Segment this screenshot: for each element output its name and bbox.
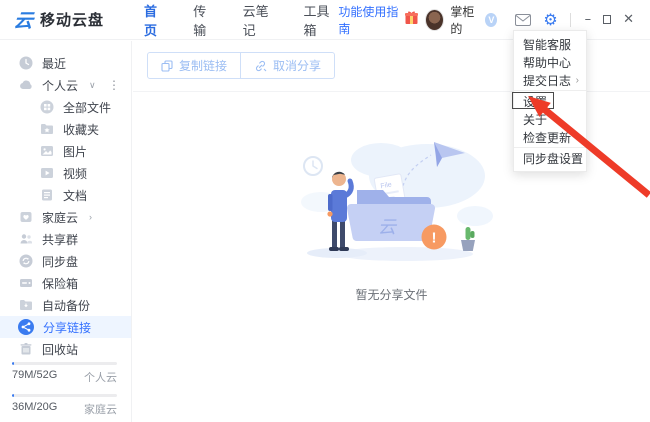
header-right: 功能使用指南 掌柜的 V ⚙ – ✕ — [338, 3, 650, 37]
storage-bar — [12, 394, 117, 397]
empty-illustration: File 云 ! — [285, 124, 499, 276]
svg-text:云: 云 — [378, 217, 398, 237]
empty-state-message: 暂无分享文件 — [355, 286, 427, 303]
window-controls-separator — [570, 13, 571, 27]
menu-item-sync-disk-settings[interactable]: 同步盘设置 — [514, 149, 586, 167]
storage-bar — [12, 362, 117, 365]
settings-dropdown-menu: 智能客服 帮助中心 提交日志 › 设置 关于 检查更新 同步盘设置 — [513, 30, 587, 172]
copy-link-label: 复制链接 — [179, 57, 227, 74]
chevron-down-icon[interactable]: ∨ — [89, 80, 96, 91]
sidebar-item-pictures[interactable]: 图片 — [0, 140, 131, 162]
video-icon — [40, 166, 54, 180]
nav-tab-notes[interactable]: 云笔记 — [243, 1, 278, 39]
sidebar-item-sync-disk[interactable]: 同步盘 — [0, 250, 131, 272]
menu-item-settings[interactable]: 设置 — [514, 92, 586, 110]
nav-tab-home[interactable]: 首页 — [144, 1, 167, 39]
sidebar-list: 最近 个人云 ∨ ⋮ 全部文件 收藏夹 — [0, 41, 131, 360]
safe-icon — [19, 276, 33, 290]
sidebar-item-recent[interactable]: 最近 — [0, 52, 131, 74]
app-logo: 云 移动云盘 — [0, 6, 130, 33]
app-window: 云 移动云盘 首页 传输 云笔记 工具箱 功能使用指南 掌柜的 V ⚙ – — [0, 0, 650, 422]
close-button[interactable]: ✕ — [623, 13, 634, 26]
sidebar-item-family-cloud[interactable]: 家庭云 › — [0, 206, 131, 228]
sidebar-item-all-files[interactable]: 全部文件 — [0, 96, 131, 118]
maximize-button[interactable] — [603, 15, 611, 24]
menu-item-submit-logs[interactable]: 提交日志 › — [514, 71, 586, 89]
unlink-icon — [254, 60, 267, 72]
sidebar-item-favorites[interactable]: 收藏夹 — [0, 118, 131, 140]
sidebar-item-personal-cloud[interactable]: 个人云 ∨ ⋮ — [0, 74, 131, 96]
storage-name: 个人云 — [84, 369, 117, 385]
copy-icon — [161, 60, 173, 72]
clock-icon — [19, 56, 33, 70]
share-icon — [18, 319, 34, 335]
menu-divider — [514, 90, 586, 91]
sidebar-item-safe-box[interactable]: 保险箱 — [0, 272, 131, 294]
grid-icon — [40, 100, 54, 114]
sidebar-item-label: 同步盘 — [42, 253, 78, 270]
sidebar-item-documents[interactable]: 文档 — [0, 184, 131, 206]
menu-item-smart-support[interactable]: 智能客服 — [514, 35, 586, 53]
menu-item-label: 提交日志 — [523, 72, 571, 89]
sidebar: 最近 个人云 ∨ ⋮ 全部文件 收藏夹 — [0, 41, 132, 422]
document-icon — [40, 188, 54, 202]
sidebar-item-label: 共享群 — [42, 231, 78, 248]
sync-icon — [19, 254, 33, 268]
more-options-icon[interactable]: ⋮ — [108, 78, 121, 92]
feature-guide-link[interactable]: 功能使用指南 — [338, 3, 400, 37]
group-icon — [19, 232, 33, 246]
sidebar-item-label: 分享链接 — [43, 319, 91, 336]
cancel-share-label: 取消分享 — [273, 57, 321, 74]
sidebar-item-videos[interactable]: 视频 — [0, 162, 131, 184]
sidebar-item-label: 视频 — [63, 165, 87, 182]
mail-icon[interactable] — [515, 14, 531, 26]
vip-badge: V — [485, 13, 497, 27]
image-icon — [40, 144, 54, 158]
menu-item-help-center[interactable]: 帮助中心 — [514, 53, 586, 71]
sidebar-item-share-links[interactable]: 分享链接 — [0, 316, 131, 338]
nav-tab-transfer[interactable]: 传输 — [193, 1, 216, 39]
cancel-share-button[interactable]: 取消分享 — [240, 52, 335, 79]
username[interactable]: 掌柜的 — [450, 3, 481, 37]
sidebar-item-label: 自动备份 — [42, 297, 90, 314]
copy-link-button[interactable]: 复制链接 — [147, 52, 241, 79]
sidebar-item-label: 保险箱 — [42, 275, 78, 292]
sidebar-item-label: 文档 — [63, 187, 87, 204]
app-title: 移动云盘 — [40, 9, 104, 30]
user-avatar[interactable] — [425, 9, 444, 31]
sidebar-item-label: 收藏夹 — [63, 121, 99, 138]
gift-icon — [404, 10, 419, 30]
sidebar-item-auto-backup[interactable]: 自动备份 — [0, 294, 131, 316]
sidebar-item-label: 个人云 — [42, 77, 78, 94]
svg-text:!: ! — [431, 230, 436, 247]
storage-meter-family: 36M/20G 家庭云 — [12, 394, 117, 417]
menu-divider — [514, 147, 586, 148]
main-nav: 首页 传输 云笔记 工具箱 — [144, 1, 338, 39]
settings-gear-icon[interactable]: ⚙ — [543, 12, 557, 28]
sidebar-item-label: 图片 — [63, 143, 87, 160]
cloud-logo-icon: 云 — [13, 6, 35, 33]
minimize-button[interactable]: – — [585, 13, 592, 26]
sidebar-item-label: 全部文件 — [63, 99, 111, 116]
menu-item-check-updates[interactable]: 检查更新 — [514, 128, 586, 146]
sidebar-item-label: 家庭云 — [42, 209, 78, 226]
backup-folder-icon — [19, 298, 33, 312]
storage-usage: 79M/52G — [12, 369, 57, 385]
storage-usage: 36M/20G — [12, 401, 57, 417]
storage-section: 79M/52G 个人云 36M/20G 家庭云 — [12, 353, 117, 417]
storage-meter-personal: 79M/52G 个人云 — [12, 362, 117, 385]
chevron-right-icon[interactable]: › — [89, 212, 92, 222]
menu-item-about[interactable]: 关于 — [514, 110, 586, 128]
submenu-arrow-icon: › — [576, 75, 579, 86]
sidebar-item-shared-group[interactable]: 共享群 — [0, 228, 131, 250]
cloud-icon — [19, 78, 33, 92]
home-heart-icon — [19, 210, 33, 224]
nav-tab-toolbox[interactable]: 工具箱 — [303, 1, 338, 39]
folder-star-icon — [40, 122, 54, 136]
storage-name: 家庭云 — [84, 401, 117, 417]
sidebar-item-label: 最近 — [42, 55, 66, 72]
